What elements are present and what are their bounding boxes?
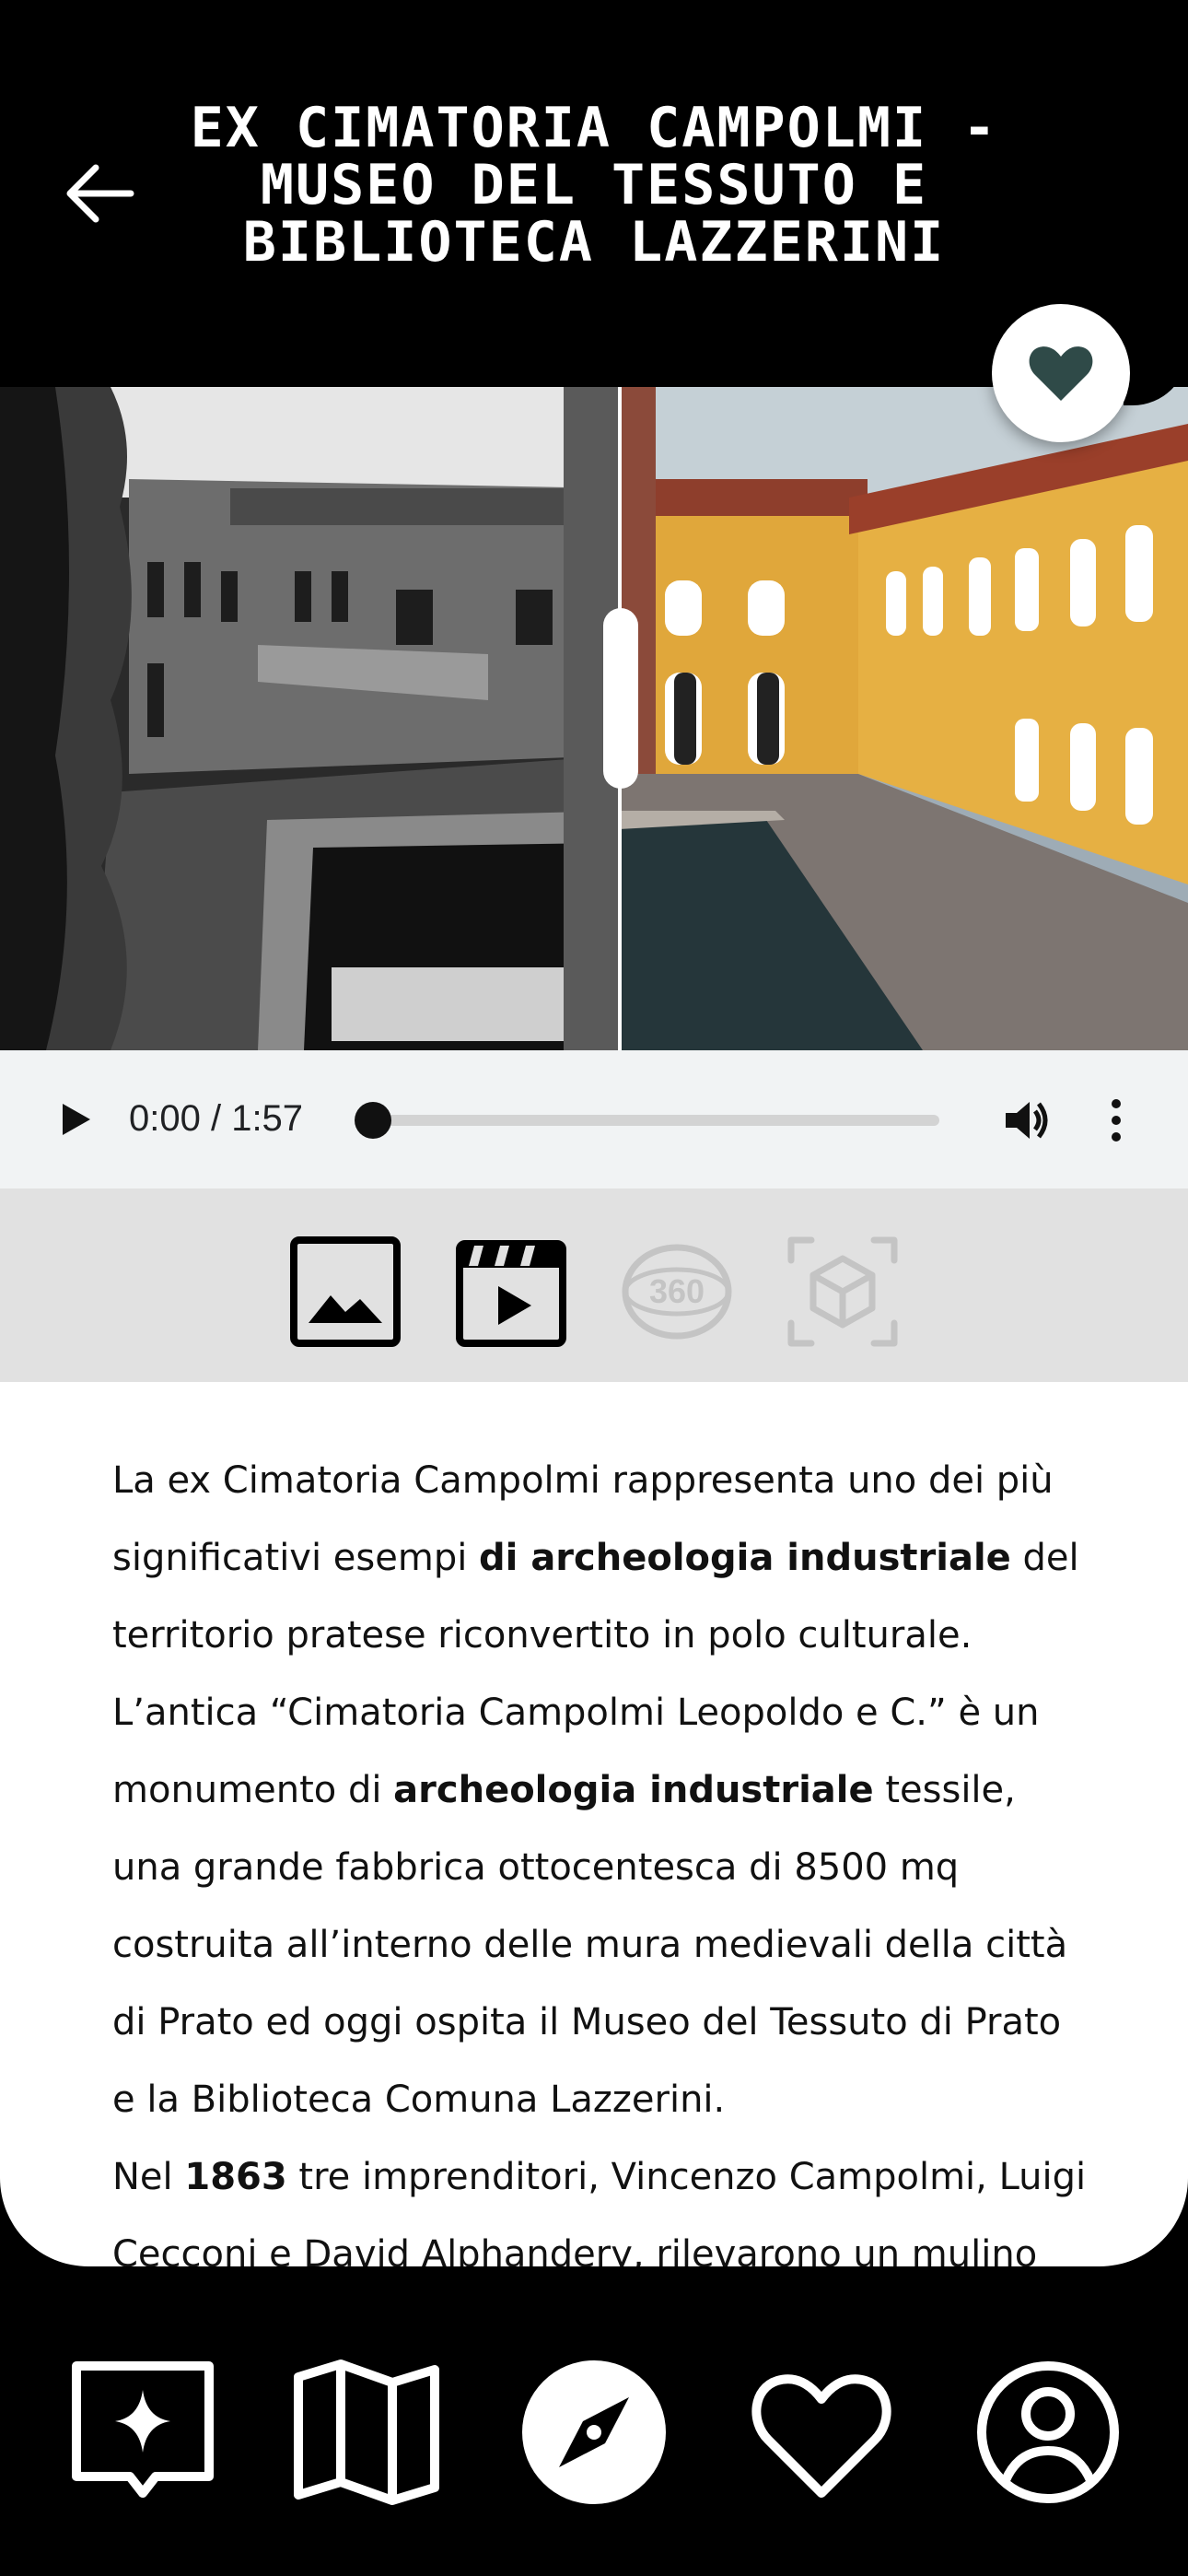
- sparkle-chat-icon: [72, 2361, 214, 2498]
- bottom-nav: [0, 2266, 1188, 2576]
- back-button[interactable]: [55, 147, 147, 240]
- tab-3d[interactable]: [786, 1235, 900, 1349]
- nav-highlights[interactable]: [69, 2359, 216, 2506]
- nav-profile[interactable]: [974, 2359, 1122, 2506]
- audio-progress-knob[interactable]: [355, 1102, 391, 1139]
- description-paragraph: L’antica “Cimatoria Campolmi Leopoldo e …: [112, 1674, 1089, 2138]
- description-paragraph: La ex Cimatoria Campolmi rappresenta uno…: [112, 1442, 1089, 1674]
- compass-icon: [522, 2360, 666, 2504]
- text-span: Nel: [112, 2156, 185, 2198]
- heart-outline-icon: [751, 2374, 891, 2498]
- audio-time: 0:00 / 1:57: [129, 1098, 304, 1139]
- tab-images[interactable]: [288, 1235, 402, 1349]
- map-icon: [294, 2359, 439, 2505]
- text-span: tessile, una grande fabbrica ottocentesc…: [112, 1769, 1068, 2121]
- favorite-button[interactable]: [992, 304, 1130, 442]
- play-icon[interactable]: [52, 1096, 98, 1142]
- arrow-left-icon: [66, 164, 134, 223]
- nav-favorites[interactable]: [748, 2359, 895, 2506]
- compare-slider-handle[interactable]: [603, 608, 638, 789]
- 360-icon: 360: [622, 1244, 732, 1340]
- description-text: La ex Cimatoria Campolmi rappresenta uno…: [112, 1442, 1089, 2266]
- description-paragraph: Nel 1863 tre imprenditori, Vincenzo Camp…: [112, 2138, 1089, 2266]
- nav-explore[interactable]: [520, 2359, 668, 2506]
- audio-progress-track[interactable]: [361, 1115, 939, 1126]
- image-icon: [290, 1236, 401, 1347]
- audio-player: 0:00 / 1:57: [0, 1050, 1188, 1188]
- volume-icon[interactable]: [1000, 1093, 1055, 1148]
- before-after-compare[interactable]: [0, 387, 1188, 1050]
- media-type-tabs: 360: [0, 1188, 1188, 1382]
- bold-text: 1863: [184, 2156, 287, 2198]
- svg-text:360: 360: [649, 1272, 705, 1310]
- bold-text: di archeologia industriale: [479, 1537, 1011, 1579]
- page-title: EX CIMATORIA CAMPOLMI - MUSEO DEL TESSUT…: [190, 96, 998, 275]
- user-circle-icon: [977, 2361, 1119, 2503]
- heart-icon: [1029, 346, 1093, 401]
- more-vertical-icon[interactable]: [1105, 1093, 1127, 1148]
- 3d-cube-icon: [787, 1236, 898, 1347]
- bold-text: archeologia industriale: [393, 1769, 874, 1811]
- historic-photo: [0, 387, 619, 1050]
- content-sheet: 0:00 / 1:57 360 La ex Cimatoria Campolmi…: [0, 387, 1188, 2266]
- video-icon: [456, 1240, 566, 1347]
- restored-photo: [619, 387, 1188, 1050]
- nav-map[interactable]: [293, 2359, 440, 2506]
- tab-360[interactable]: 360: [620, 1235, 734, 1349]
- tab-video[interactable]: [454, 1235, 568, 1349]
